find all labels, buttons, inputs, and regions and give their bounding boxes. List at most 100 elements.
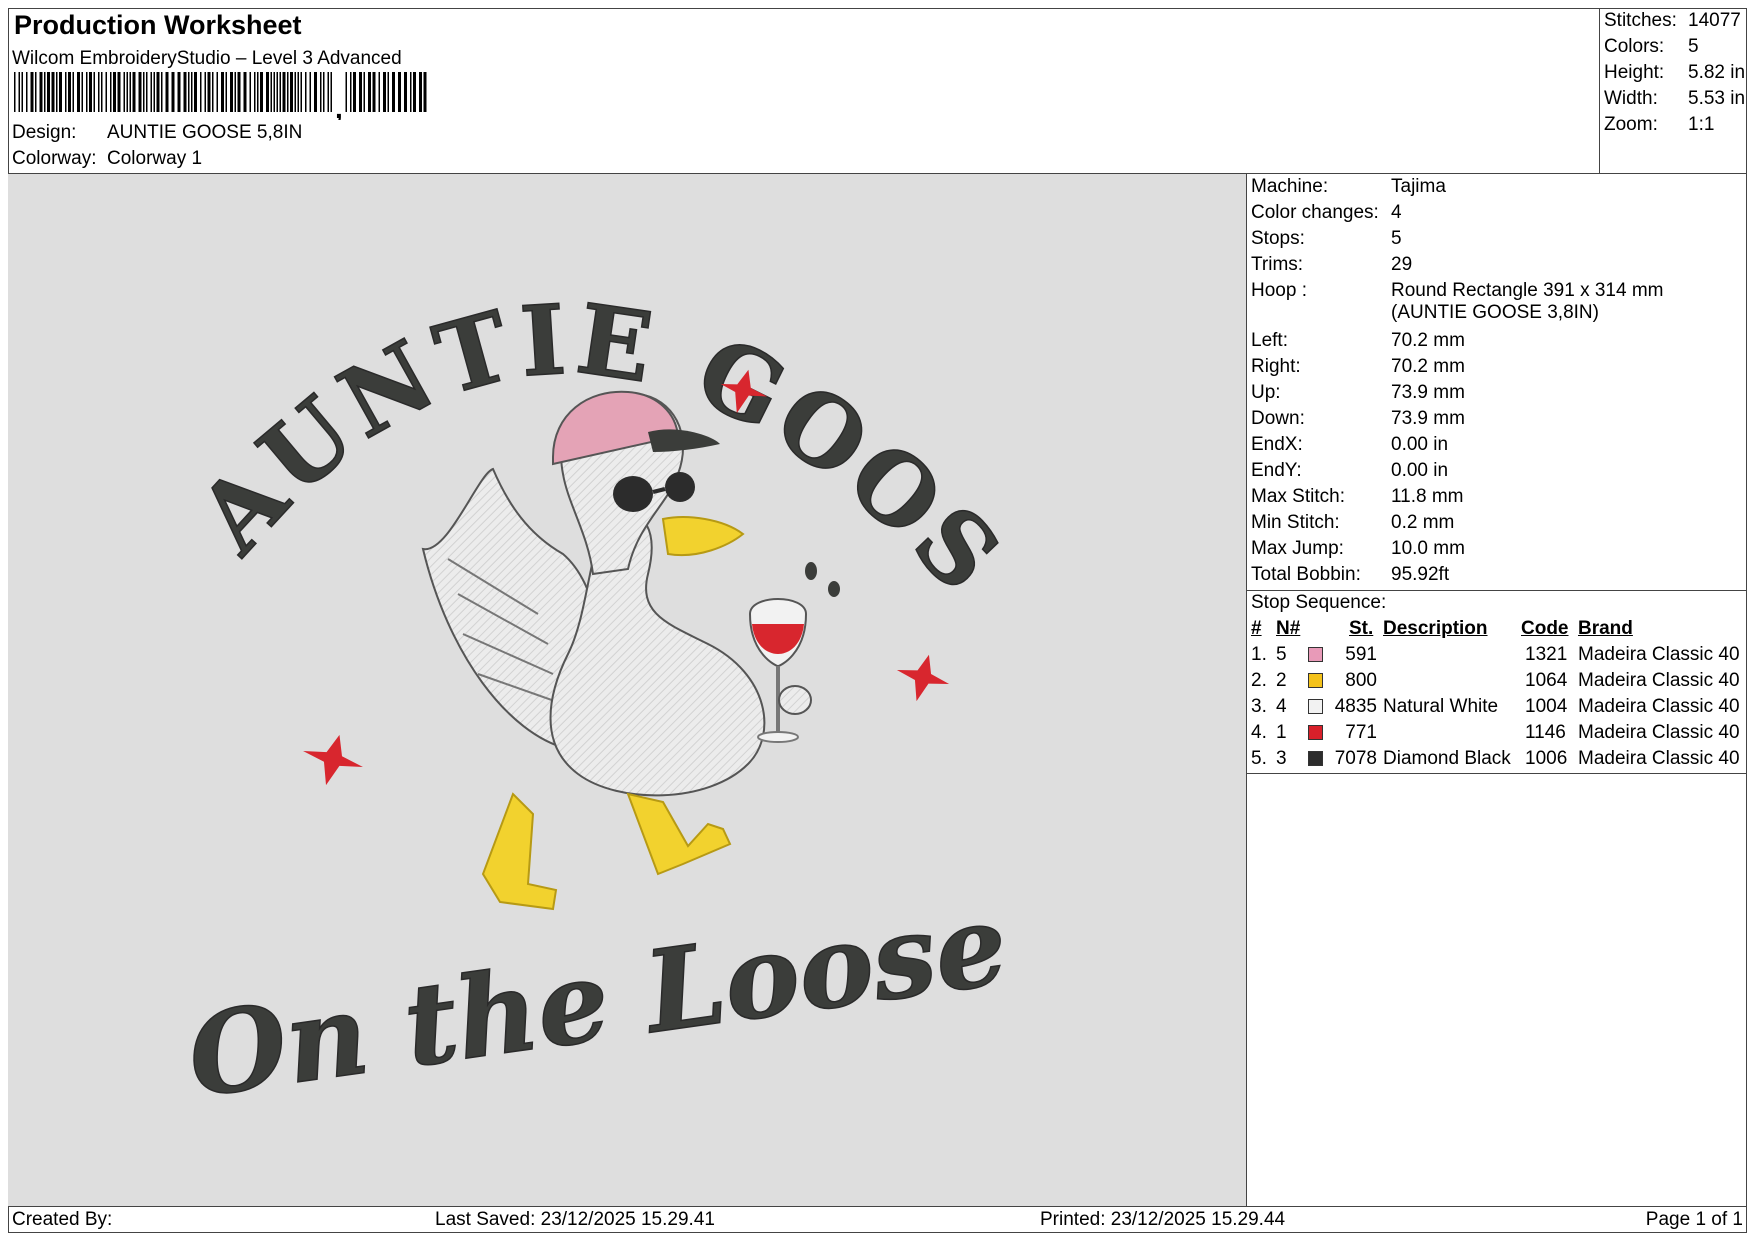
summary-value: 1:1 — [1688, 114, 1715, 135]
design-preview: AUNTIE GOOSE — [0, 83, 1247, 1206]
info-value: 4 — [1391, 202, 1402, 223]
barcode-bar — [188, 72, 190, 112]
info-value: 0.00 in — [1391, 434, 1449, 455]
barcode-bar — [93, 72, 95, 112]
design-value: AUNTIE GOOSE 5,8IN — [107, 122, 303, 143]
colorway-value: Colorway 1 — [107, 148, 203, 169]
stop-sequence-row: 3. 4 4835 Natural White 1004 Madeira Classic … — [1251, 696, 1745, 720]
row-brand: Madeira Classic 40 — [1578, 644, 1740, 665]
info-label: Hoop : — [1251, 280, 1307, 301]
barcode-bar — [378, 72, 380, 112]
barcode-bar — [110, 72, 112, 112]
row-code: 1004 — [1525, 696, 1568, 717]
barcode-bar — [18, 72, 20, 112]
row-code: 1064 — [1525, 670, 1568, 691]
page-title: Production Worksheet — [14, 10, 302, 40]
row-brand: Madeira Classic 40 — [1578, 748, 1740, 769]
info-label: Trims: — [1251, 254, 1304, 275]
barcode-bar — [156, 72, 160, 112]
info-label: Color changes: — [1251, 202, 1379, 223]
info-value: 0.2 mm — [1391, 512, 1455, 533]
barcode-bar — [266, 72, 269, 112]
row-num: 5. — [1251, 748, 1267, 769]
barcode-bar — [89, 72, 92, 112]
goose-illustration — [421, 390, 840, 911]
barcode-bar — [330, 72, 332, 112]
info-machine: Machine: Tajima — [1251, 176, 1446, 198]
barcode-bar — [323, 72, 325, 112]
barcode-bar — [132, 72, 136, 112]
barcode-bar — [290, 72, 293, 112]
barcode-bar — [273, 72, 275, 112]
barcode-bar — [101, 72, 103, 112]
summary-colors: Colors: 5 — [1604, 36, 1699, 58]
col-st-header: St. — [1349, 618, 1374, 639]
barcode-bar — [98, 72, 100, 112]
info-color-changes: Color changes: 4 — [1251, 202, 1402, 224]
barcode-bar — [204, 72, 206, 112]
thread-color-swatch — [1308, 751, 1323, 766]
barcode-bar — [105, 72, 107, 112]
barcode-bar — [207, 72, 211, 112]
barcode-bar — [129, 72, 131, 112]
design-label: Design: — [12, 122, 77, 143]
summary-label: Width: — [1604, 88, 1658, 109]
worksheet-header: Production Worksheet Wilcom EmbroiderySt… — [8, 8, 1600, 174]
barcode-bar — [353, 72, 356, 112]
barcode-comma: , — [335, 93, 343, 120]
stop-sequence-header: # N# St. Description Code Brand — [1251, 618, 1745, 642]
info-stops: Stops: 5 — [1251, 228, 1402, 250]
info-left: Left: 70.2 mm — [1251, 330, 1465, 352]
barcode-bar — [171, 72, 175, 112]
barcode-bar — [387, 72, 389, 112]
info-label: Max Stitch: — [1251, 486, 1345, 507]
barcode-bar — [345, 72, 347, 112]
barcode-bar — [363, 72, 365, 112]
info-min-stitch: Min Stitch: 0.2 mm — [1251, 512, 1454, 534]
stop-sequence-row: 1. 5 591 1321 Madeira Classic 40 — [1251, 644, 1745, 668]
row-brand: Madeira Classic 40 — [1578, 696, 1740, 717]
col-brand-header: Brand — [1578, 618, 1633, 639]
info-value: 70.2 mm — [1391, 356, 1465, 377]
barcode-bar — [56, 72, 58, 112]
barcode-bar — [150, 72, 152, 112]
barcode-bar — [368, 72, 371, 112]
created-by: Created By: — [12, 1209, 113, 1230]
thread-color-swatch — [1308, 673, 1323, 688]
info-max-jump: Max Jump: 10.0 mm — [1251, 538, 1465, 560]
info-label: Min Stitch: — [1251, 512, 1340, 533]
barcode-bar — [86, 72, 88, 112]
barcode-bar — [257, 72, 259, 112]
barcode-bar — [44, 72, 46, 112]
barcode-bar — [153, 72, 155, 112]
info-label: EndX: — [1251, 434, 1303, 455]
row-stitches: 800 — [1345, 670, 1377, 691]
col-description-header: Description — [1383, 618, 1488, 639]
barcode-bar — [383, 72, 386, 112]
info-hoop-name: (AUNTIE GOOSE 3,8IN) — [1251, 302, 1599, 324]
barcode-bar — [14, 72, 16, 112]
barcode: , — [14, 72, 427, 120]
info-label: Right: — [1251, 356, 1301, 377]
thread-color-swatch — [1308, 699, 1323, 714]
info-label: Left: — [1251, 330, 1288, 351]
info-up: Up: 73.9 mm — [1251, 382, 1465, 404]
row-needle: 1 — [1276, 722, 1287, 743]
colorway-label: Colorway: — [12, 148, 97, 169]
barcode-bar — [359, 72, 362, 112]
info-label: Down: — [1251, 408, 1305, 429]
info-value: 70.2 mm — [1391, 330, 1465, 351]
last-saved: Last Saved: 23/12/2025 15.29.41 — [435, 1209, 715, 1230]
barcode-bar — [276, 72, 278, 112]
stop-sequence-bottom-divider — [1247, 773, 1747, 774]
barcode-bar — [243, 72, 247, 112]
stop-sequence-title: Stop Sequence: — [1251, 592, 1387, 613]
info-value: 11.8 mm — [1391, 486, 1464, 507]
info-value: 95.92ft — [1391, 564, 1450, 585]
barcode-bar — [191, 72, 193, 112]
barcode-bar — [237, 72, 241, 112]
barcode-bar — [39, 72, 43, 112]
barcode-bar — [51, 72, 55, 112]
stop-sequence-row: 4. 1 771 1146 Madeira Classic 40 — [1251, 722, 1745, 746]
info-label: Up: — [1251, 382, 1281, 403]
